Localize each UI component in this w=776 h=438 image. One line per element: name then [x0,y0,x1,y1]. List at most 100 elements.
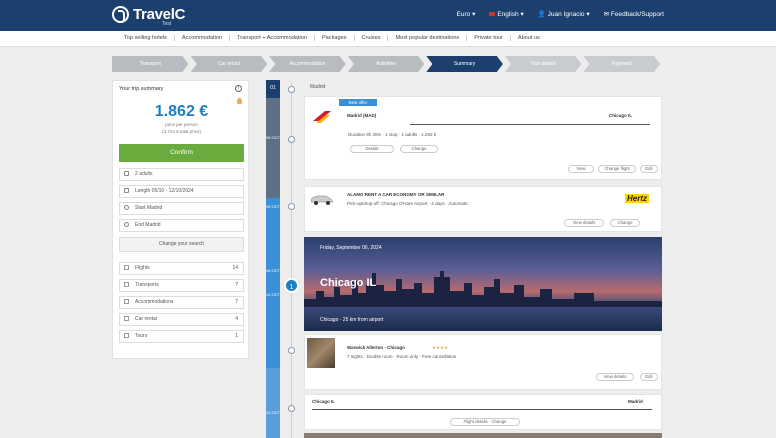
flight-details: Duration 9h 20m · 1 stop · 1 adults · 1.… [348,132,437,137]
nav-item-transport-accommodation[interactable]: Transport + Accommodation [230,35,315,41]
step-car-rental[interactable]: Car rental [190,56,268,72]
car-view-details-button[interactable]: View details [564,219,604,227]
timeline-date: 06 OCT [266,268,281,273]
booking-steps: Transport Car rental Accommodation Activ… [112,56,662,72]
bus-icon [124,282,129,288]
hotel-details: 7 nights · Double room · Room only · Fre… [347,354,457,359]
location-icon [124,205,129,211]
top-header-bar: TravelC Test Euro ▾ English ▾ 👤 Juan Ign… [0,0,776,31]
edit-flight-button[interactable]: Edit [640,165,658,173]
car-details: Pick-up/drop-off: Chicago O'Hare Airport… [347,201,469,206]
step-activities[interactable]: Activities [347,56,425,72]
next-card-preview [304,433,662,438]
hotel-card [304,334,662,390]
nav-item-destinations[interactable]: Most popular destinations [388,35,468,41]
step-summary[interactable]: Summary [426,56,503,72]
return-flight-link[interactable]: Flight details · Change [450,418,520,426]
people-icon [124,171,129,177]
trip-summary-panel: Your trip summary i 1.862 € price per pe… [112,80,249,359]
destination-subtitle: Chicago · 25 km from airport [320,317,384,323]
flight-destination: Chicago IL [609,113,633,118]
step-transport[interactable]: Transport [112,56,189,72]
nav-item-private-tour[interactable]: Private tour [467,35,511,41]
best-offer-tag: Best offer [339,99,377,106]
feedback-link[interactable]: ✉ Feedback/Support [604,10,664,18]
route-line [410,124,650,125]
return-origin: Chicago IL [312,399,336,404]
step-your-details: Your details [504,56,582,72]
nav-item-packages[interactable]: Packages [315,35,355,41]
step-accommodation[interactable]: Accommodation [269,56,346,72]
end-field[interactable]: End Madrid [119,219,244,232]
price-label: price per person [165,122,198,127]
skyline-image [304,271,662,309]
price-per-person: 1.862 € [154,103,209,120]
logo-text: TravelC [133,6,186,23]
nav-item-accommodation[interactable]: Accommodation [175,35,231,41]
timeline-top-label: 01 [270,85,276,91]
airline-logo [313,111,331,123]
user-menu[interactable]: 👤 Juan Ignacio ▾ [538,10,590,18]
view-flight-button[interactable]: View [568,165,594,173]
timeline-date: 05 OCT [266,135,281,140]
flight-origin: Madrid (MAD) [347,113,377,118]
dates-field[interactable]: Length 05/10 - 12/10/2024 [119,185,244,198]
hotel-name: Warwick Allerton - Chicago [347,345,405,350]
destination-date: Friday, September 06, 2024 [320,245,382,251]
timeline-dot [288,347,295,354]
hotel-view-details-button[interactable]: View details [596,373,634,381]
nav-item-about[interactable]: About us [511,35,547,41]
car-change-button[interactable]: Change [610,219,640,227]
timeline-dot [288,86,295,93]
confirm-button[interactable]: Confirm [119,144,244,162]
timeline-dot [288,405,295,412]
return-route-line [312,409,652,410]
category-transports[interactable]: Transports 7 [119,279,244,292]
hotel-edit-button[interactable]: Edit [640,373,658,381]
logo-icon [112,6,129,23]
flight-change-button[interactable]: Change [400,145,438,153]
info-icon[interactable]: i [235,85,242,92]
car-icon [124,316,129,322]
category-accommodations[interactable]: Accommodations 7 [119,296,244,309]
bed-icon [124,299,129,305]
hotel-image [307,338,335,368]
category-car-rental[interactable]: Car rental 4 [119,313,244,326]
summary-title: Your trip summary [119,86,164,92]
total-price: (3.724 € total price) [162,129,201,134]
main-nav: Top selling hotels Accommodation Transpo… [0,31,776,47]
currency-selector[interactable]: Euro ▾ [457,10,476,18]
car-title: ALAMO RENT A CAR ECONOMY OR SIMILAR [347,192,445,197]
car-brand-logo: Hertz [625,194,650,203]
timeline-date: 12 OCT [266,410,281,415]
change-flight-button[interactable]: Change flight [598,165,636,173]
start-field[interactable]: Start Madrid [119,202,244,215]
category-flights[interactable]: Flights 14 [119,262,244,275]
timeline-date: 05 OCT [266,204,281,209]
day-timeline: 01 05 OCT 05 OCT 06 OCT 12 OCT 12 OCT [266,80,280,438]
nav-item-cruises[interactable]: Cruises [355,35,389,41]
car-image [310,195,334,205]
logo[interactable]: TravelC [112,6,185,23]
flight-details-button[interactable]: Details [350,145,394,153]
location-icon [124,222,129,228]
destination-hero-image: Friday, September 06, 2024 Chicago IL Ch… [304,237,662,331]
hotel-stars: ★★★★ [432,345,449,350]
change-search-button[interactable]: Change your search [119,237,244,252]
return-destination: Madrid [628,399,643,404]
destination-marker[interactable]: 1 [284,278,299,293]
category-tours[interactable]: Tours 1 [119,330,244,343]
travelers-field[interactable]: 2 adults [119,168,244,181]
top-menu: Euro ▾ English ▾ 👤 Juan Ignacio ▾ ✉ Feed… [457,10,664,18]
language-selector[interactable]: English ▾ [489,10,524,18]
step-payment: Payment [583,56,661,72]
timeline-dot [288,136,295,143]
origin-city: Madrid [310,84,326,90]
plane-icon [124,265,129,271]
logo-subtitle: Test [162,21,172,27]
timeline-date: 12 OCT [266,292,281,297]
nav-item-top-hotels[interactable]: Top selling hotels [117,35,175,41]
flag-icon [124,333,129,339]
destination-title: Chicago IL [320,277,377,289]
flag-icon [489,12,496,17]
